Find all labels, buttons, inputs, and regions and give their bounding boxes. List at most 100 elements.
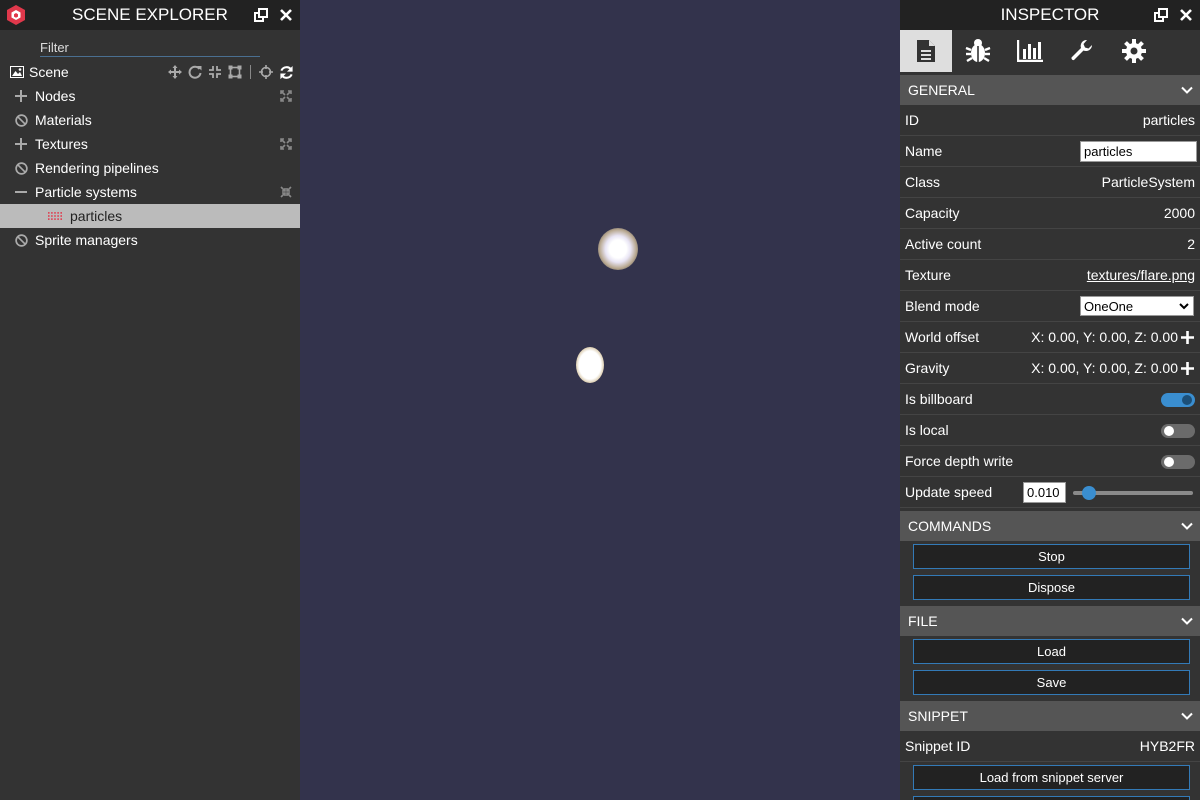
prop-label: Name bbox=[905, 143, 943, 159]
prop-blend-mode: Blend mode OneOne bbox=[900, 291, 1200, 322]
prop-label: Texture bbox=[905, 267, 951, 283]
chevron-down-icon bbox=[1181, 86, 1193, 94]
particle-system-icon bbox=[48, 209, 62, 223]
update-speed-input[interactable] bbox=[1023, 482, 1066, 503]
flare-particle bbox=[598, 228, 638, 270]
collapse-all-icon[interactable] bbox=[279, 185, 293, 199]
debug-icon[interactable] bbox=[952, 30, 1004, 72]
prop-capacity: Capacity 2000 bbox=[900, 198, 1200, 229]
prop-value: particles bbox=[1142, 112, 1195, 128]
prop-texture: Texture textures/flare.png bbox=[900, 260, 1200, 291]
rotate-gizmo-icon[interactable] bbox=[187, 64, 203, 80]
prop-value: 2 bbox=[1187, 236, 1195, 252]
inspector-pane: INSPECTOR GENERAL ID particles Name part… bbox=[900, 0, 1200, 800]
statistics-icon[interactable] bbox=[1004, 30, 1056, 72]
tree-item-label: Rendering pipelines bbox=[35, 160, 159, 176]
crosshair-picking-icon[interactable] bbox=[258, 64, 274, 80]
load-button[interactable]: Load bbox=[913, 639, 1190, 664]
properties-icon[interactable] bbox=[900, 30, 952, 72]
texture-link[interactable]: textures/flare.png bbox=[1087, 267, 1195, 283]
prop-snippet-id: Snippet ID HYB2FR bbox=[900, 731, 1200, 762]
ban-icon bbox=[14, 161, 28, 175]
blend-mode-select[interactable]: OneOne bbox=[1080, 296, 1194, 316]
tree-item-particles[interactable]: particles bbox=[0, 204, 300, 228]
toggle-knob bbox=[1164, 426, 1174, 436]
prop-gravity: Gravity X: 0.00, Y: 0.00, Z: 0.00 bbox=[900, 353, 1200, 384]
tree-item-sprite-managers[interactable]: Sprite managers bbox=[0, 228, 300, 252]
chevron-down-icon bbox=[1181, 522, 1193, 530]
bounding-box-gizmo-icon[interactable] bbox=[227, 64, 243, 80]
prop-label: Update speed bbox=[905, 484, 993, 500]
move-gizmo-icon[interactable] bbox=[167, 64, 183, 80]
stop-button[interactable]: Stop bbox=[913, 544, 1190, 569]
prop-label: Capacity bbox=[905, 205, 960, 221]
local-toggle[interactable] bbox=[1161, 424, 1195, 438]
toggle-knob bbox=[1182, 395, 1192, 405]
prop-is-billboard: Is billboard bbox=[900, 384, 1200, 415]
section-title: SNIPPET bbox=[908, 708, 968, 724]
update-speed-slider[interactable] bbox=[1073, 486, 1193, 500]
inspector-tabs bbox=[900, 30, 1200, 72]
scale-gizmo-icon[interactable] bbox=[207, 64, 223, 80]
section-file-header[interactable]: FILE bbox=[900, 606, 1200, 636]
chevron-down-icon bbox=[1181, 712, 1193, 720]
prop-label: Class bbox=[905, 174, 941, 190]
section-commands-header[interactable]: COMMANDS bbox=[900, 511, 1200, 541]
prop-force-depth-write: Force depth write bbox=[900, 446, 1200, 477]
tree-item-label: Textures bbox=[35, 136, 88, 152]
scene-node[interactable]: Scene bbox=[0, 60, 300, 84]
tree-item-label: particles bbox=[70, 208, 123, 224]
depth-write-toggle[interactable] bbox=[1161, 455, 1195, 469]
prop-label: Snippet ID bbox=[905, 738, 971, 754]
tools-icon[interactable] bbox=[1056, 30, 1108, 72]
close-icon[interactable] bbox=[277, 6, 294, 23]
plus-expand-icon[interactable] bbox=[14, 89, 28, 103]
tree-item-rendering-pipelines[interactable]: Rendering pipelines bbox=[0, 156, 300, 180]
prop-value: ParticleSystem bbox=[1101, 174, 1195, 190]
plus-expand-icon[interactable] bbox=[1181, 330, 1194, 344]
billboard-toggle[interactable] bbox=[1161, 393, 1195, 407]
popout-icon[interactable] bbox=[252, 6, 269, 23]
tree-item-textures[interactable]: Textures bbox=[0, 132, 300, 156]
tree-item-nodes[interactable]: Nodes bbox=[0, 84, 300, 108]
tree-item-label: Materials bbox=[35, 112, 92, 128]
prop-value: HYB2FR bbox=[1139, 738, 1195, 754]
slider-thumb[interactable] bbox=[1082, 486, 1096, 500]
expand-all-icon[interactable] bbox=[279, 137, 293, 151]
plus-expand-icon[interactable] bbox=[14, 137, 28, 151]
section-snippet-header[interactable]: SNIPPET bbox=[900, 701, 1200, 731]
babylon-logo-icon bbox=[7, 5, 25, 25]
load-from-snippet-button[interactable]: Load from snippet server bbox=[913, 765, 1190, 790]
image-icon bbox=[10, 65, 24, 79]
toolbar-separator bbox=[250, 65, 251, 79]
snippet-action-button[interactable] bbox=[913, 796, 1190, 800]
plus-expand-icon[interactable] bbox=[1181, 361, 1194, 375]
dispose-button[interactable]: Dispose bbox=[913, 575, 1190, 600]
prop-label: Is billboard bbox=[905, 391, 973, 407]
prop-world-offset: World offset X: 0.00, Y: 0.00, Z: 0.00 bbox=[900, 322, 1200, 353]
close-icon[interactable] bbox=[1177, 6, 1194, 23]
prop-active-count: Active count 2 bbox=[900, 229, 1200, 260]
tree-item-particle-systems[interactable]: Particle systems bbox=[0, 180, 300, 204]
prop-is-local: Is local bbox=[900, 415, 1200, 446]
prop-label: ID bbox=[905, 112, 919, 128]
settings-icon[interactable] bbox=[1108, 30, 1160, 72]
ban-icon bbox=[14, 113, 28, 127]
filter-input[interactable] bbox=[40, 39, 260, 57]
save-button[interactable]: Save bbox=[913, 670, 1190, 695]
popout-icon[interactable] bbox=[1152, 6, 1169, 23]
vector-value: X: 0.00, Y: 0.00, Z: 0.00 bbox=[1031, 360, 1178, 376]
prop-class: Class ParticleSystem bbox=[900, 167, 1200, 198]
tree-item-materials[interactable]: Materials bbox=[0, 108, 300, 132]
chevron-down-icon bbox=[1181, 617, 1193, 625]
section-general-header[interactable]: GENERAL bbox=[900, 75, 1200, 105]
prop-label: Blend mode bbox=[905, 298, 980, 314]
tree-item-label: Particle systems bbox=[35, 184, 137, 200]
render-canvas[interactable] bbox=[300, 0, 900, 800]
minus-collapse-icon[interactable] bbox=[14, 185, 28, 199]
name-input[interactable] bbox=[1080, 141, 1197, 162]
expand-all-icon[interactable] bbox=[279, 89, 293, 103]
ban-icon bbox=[14, 233, 28, 247]
refresh-icon[interactable] bbox=[278, 64, 294, 80]
prop-label: Force depth write bbox=[905, 453, 1014, 469]
